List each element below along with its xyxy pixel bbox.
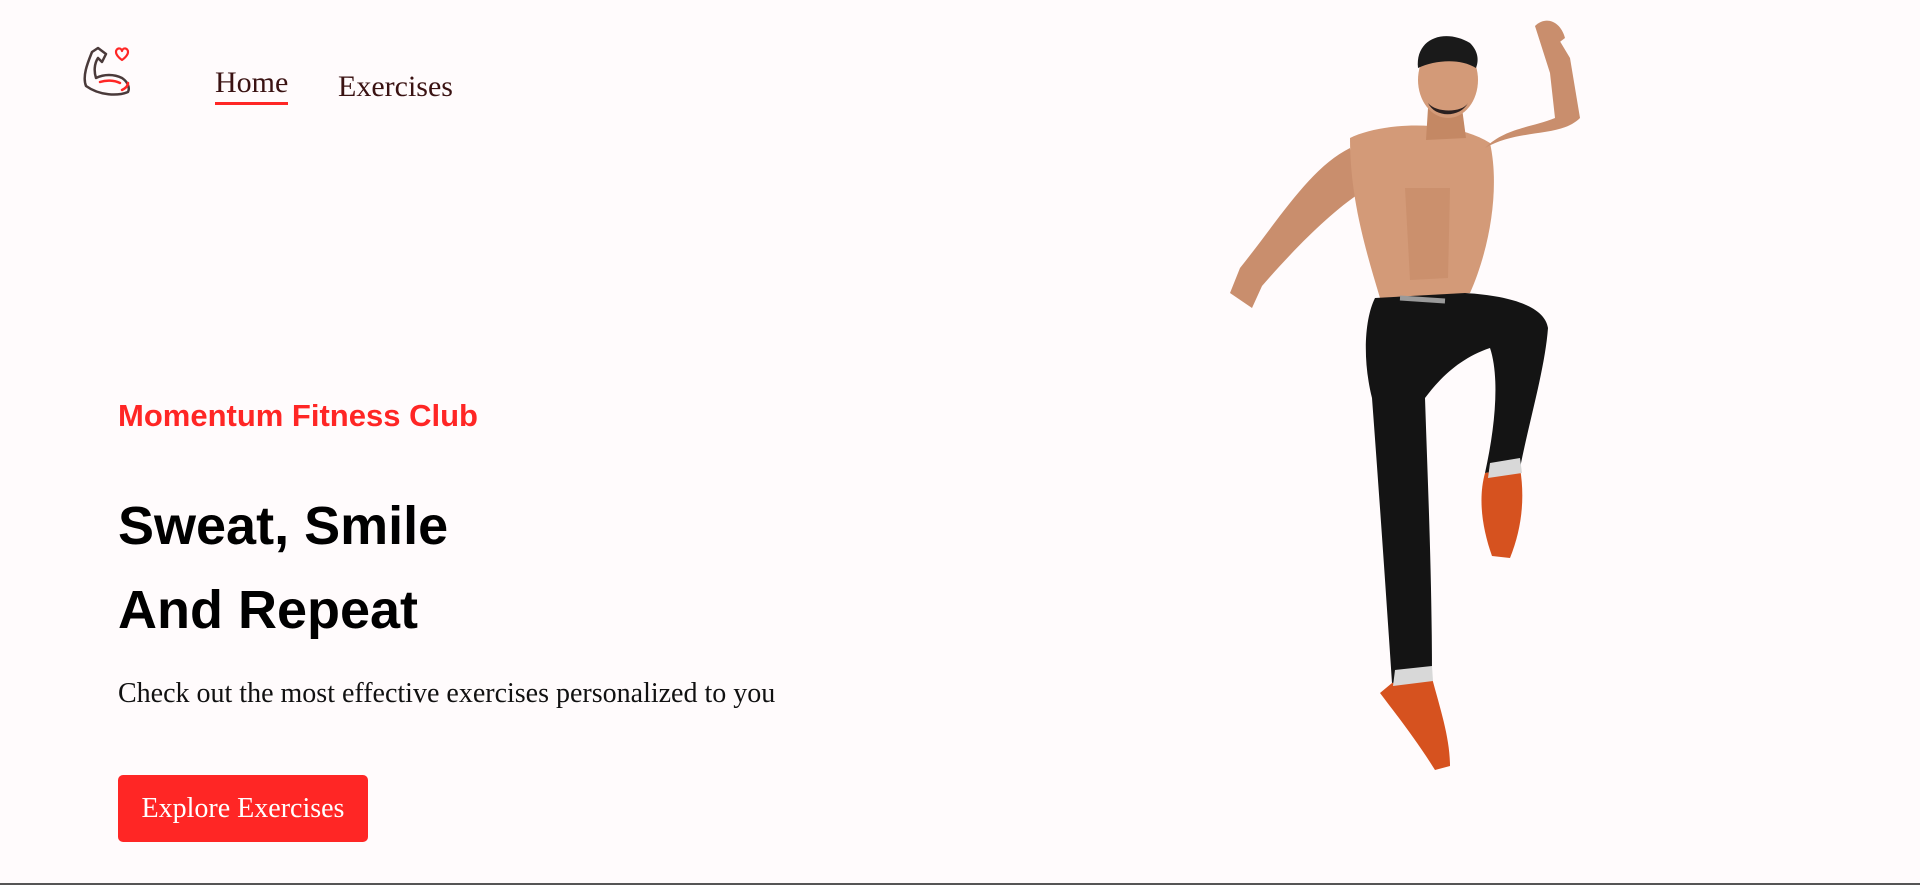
- hero-headline: Sweat, Smile And Repeat: [118, 484, 448, 652]
- athlete-jumping-image: [1200, 18, 1700, 788]
- headline-line-2: And Repeat: [118, 580, 419, 640]
- bicep-logo-icon[interactable]: [78, 38, 142, 102]
- club-name: Momentum Fitness Club: [118, 398, 478, 433]
- nav-link-exercises[interactable]: Exercises: [338, 70, 453, 104]
- headline-line-1: Sweat, Smile: [118, 496, 449, 556]
- nav-link-home[interactable]: Home: [215, 66, 289, 105]
- hero-subtitle: Check out the most effective exercises p…: [118, 678, 776, 709]
- explore-exercises-button[interactable]: Explore Exercises: [118, 775, 368, 842]
